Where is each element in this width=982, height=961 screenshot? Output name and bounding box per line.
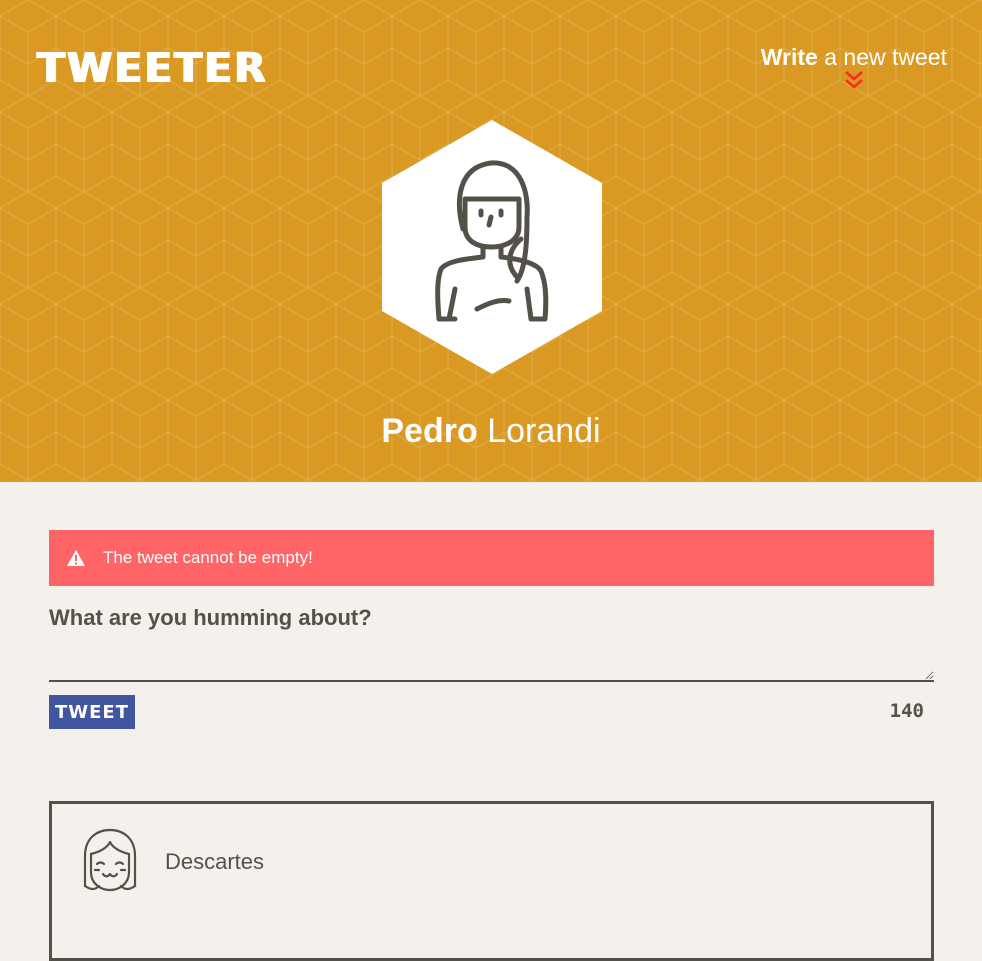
brand-logo[interactable]: TWEETER <box>37 44 268 92</box>
profile-avatar <box>382 120 602 374</box>
user-avatar-smiling-icon <box>83 828 137 892</box>
write-label-strong: Write <box>760 44 818 70</box>
profile-name: Pedro Lorandi <box>0 408 982 454</box>
warning-icon <box>67 550 85 566</box>
profile-header: TWEETER Write a new tweet Pedro Lorandi <box>0 0 982 482</box>
error-message: The tweet cannot be empty! <box>103 548 313 567</box>
tweet-card: Descartes <box>49 801 934 961</box>
write-tweet-label: Write a new tweet <box>761 42 947 72</box>
double-chevron-down-icon[interactable] <box>843 70 865 92</box>
profile-first-name: Pedro <box>381 412 478 450</box>
tweet-button[interactable]: TWEET <box>49 695 135 729</box>
profile-last-name: Lorandi <box>487 412 601 450</box>
write-tweet-toggle[interactable]: Write a new tweet <box>761 42 947 92</box>
compose-label: What are you humming about? <box>49 605 372 630</box>
character-counter: 140 <box>889 700 924 722</box>
tweet-textarea[interactable] <box>49 640 934 682</box>
error-banner: The tweet cannot be empty! <box>49 530 934 586</box>
write-label-rest: a new tweet <box>824 44 947 70</box>
tweet-author-name: Descartes <box>165 849 265 874</box>
